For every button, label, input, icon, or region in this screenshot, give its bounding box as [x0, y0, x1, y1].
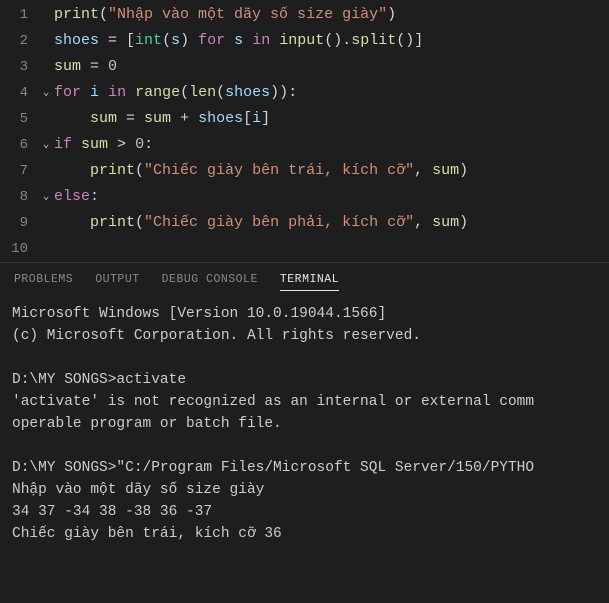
code-line[interactable]: 6⌄if sum > 0: — [0, 132, 609, 158]
terminal-line — [12, 347, 597, 369]
code-editor[interactable]: 1print("Nhập vào một dãy số size giày")2… — [0, 0, 609, 262]
bottom-panel: PROBLEMS OUTPUT DEBUG CONSOLE TERMINAL Micr… — [0, 262, 609, 551]
code-line[interactable]: 1 print("Nhập vào một dãy số size giày") — [0, 2, 609, 28]
terminal-line: operable program or batch file. — [12, 413, 597, 435]
line-number: 4 — [0, 80, 38, 106]
terminal-line: D:\MY SONGS>"C:/Program Files/Microsoft … — [12, 457, 597, 479]
code-content[interactable]: print("Nhập vào một dãy số size giày") — [54, 2, 396, 28]
panel-tab-terminal[interactable]: TERMINAL — [280, 273, 339, 291]
line-number: 2 — [0, 28, 38, 54]
code-line[interactable]: 9 print("Chiếc giày bên phải, kích cỡ", … — [0, 210, 609, 236]
line-number: 3 — [0, 54, 38, 80]
code-content[interactable]: shoes = [int(s) for s in input().split()… — [54, 28, 423, 54]
code-content[interactable]: sum = sum + shoes[i] — [54, 106, 270, 132]
code-content[interactable]: print("Chiếc giày bên phải, kích cỡ", su… — [54, 210, 468, 236]
line-number: 8 — [0, 184, 38, 210]
code-line[interactable]: 5 sum = sum + shoes[i] — [0, 106, 609, 132]
panel-tab-output[interactable]: OUTPUT — [95, 273, 139, 291]
panel-tab-debug-console[interactable]: DEBUG CONSOLE — [162, 273, 258, 291]
fold-chevron-icon[interactable]: ⌄ — [38, 80, 54, 106]
line-number: 10 — [0, 236, 38, 262]
terminal-line: Nhập vào một dãy số size giày — [12, 479, 597, 501]
code-line[interactable]: 2 shoes = [int(s) for s in input().split(… — [0, 28, 609, 54]
code-line[interactable]: 3 sum = 0 — [0, 54, 609, 80]
code-content[interactable]: for i in range(len(shoes)): — [54, 80, 297, 106]
line-number: 7 — [0, 158, 38, 184]
line-number: 1 — [0, 2, 38, 28]
line-number: 9 — [0, 210, 38, 236]
terminal-line — [12, 435, 597, 457]
terminal-line: (c) Microsoft Corporation. All rights re… — [12, 325, 597, 347]
code-content[interactable]: print("Chiếc giày bên trái, kích cỡ", su… — [54, 158, 468, 184]
line-number: 5 — [0, 106, 38, 132]
code-line[interactable]: 4⌄for i in range(len(shoes)): — [0, 80, 609, 106]
code-content[interactable]: else: — [54, 184, 99, 210]
code-line[interactable]: 7 print("Chiếc giày bên trái, kích cỡ", … — [0, 158, 609, 184]
terminal-line: Chiếc giày bên trái, kích cỡ 36 — [12, 523, 597, 545]
code-line[interactable]: 8⌄else: — [0, 184, 609, 210]
code-content[interactable]: if sum > 0: — [54, 132, 153, 158]
line-number: 6 — [0, 132, 38, 158]
terminal-line: D:\MY SONGS>activate — [12, 369, 597, 391]
terminal-line: 34 37 -34 38 -38 36 -37 — [12, 501, 597, 523]
code-line[interactable]: 10 — [0, 236, 609, 262]
panel-tabs: PROBLEMS OUTPUT DEBUG CONSOLE TERMINAL — [0, 269, 609, 297]
fold-chevron-icon[interactable]: ⌄ — [38, 184, 54, 210]
panel-tab-problems[interactable]: PROBLEMS — [14, 273, 73, 291]
fold-chevron-icon[interactable]: ⌄ — [38, 132, 54, 158]
terminal-output[interactable]: Microsoft Windows [Version 10.0.19044.15… — [0, 297, 609, 551]
code-content[interactable]: sum = 0 — [54, 54, 117, 80]
terminal-line: 'activate' is not recognized as an inter… — [12, 391, 597, 413]
terminal-line: Microsoft Windows [Version 10.0.19044.15… — [12, 303, 597, 325]
